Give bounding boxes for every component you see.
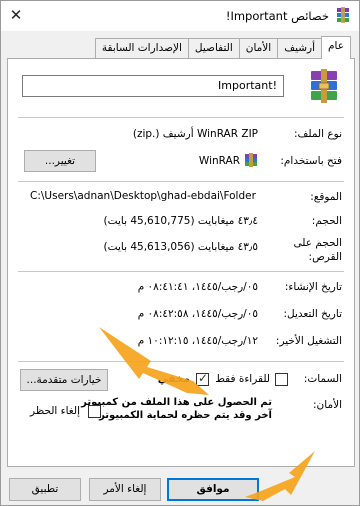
size-label: الحجم: xyxy=(311,215,342,227)
hidden-checkbox[interactable] xyxy=(196,371,209,386)
general-panel: Important! نوع الملف: WinRAR ZIP أرشيف (… xyxy=(7,58,355,467)
readonly-label: للقراءة فقط xyxy=(215,373,270,385)
close-button[interactable]: ✕ xyxy=(3,3,29,27)
created-label: تاريخ الإنشاء: xyxy=(284,281,342,293)
security-text-line2: آخر وقد يتم حظره لحماية الكمبيوتر. xyxy=(95,410,272,421)
location-value: C:\Users\adnan\Desktop\ghad-ebdai\Folder xyxy=(30,190,256,202)
tab-details[interactable]: التفاصيل xyxy=(187,38,240,59)
tab-security[interactable]: الأمان xyxy=(238,38,279,59)
window-title: خصائص Important! xyxy=(225,9,329,23)
file-type-label: نوع الملف: xyxy=(293,128,342,140)
accessed-label: التشغيل الأخير: xyxy=(275,335,342,347)
security-text-line1: تم الحصول على هذا الملف من كمبيوتر xyxy=(81,397,272,408)
location-label: الموقع: xyxy=(310,191,342,203)
ok-button[interactable]: موافق xyxy=(167,478,259,501)
winrar-app-icon xyxy=(337,7,349,23)
size-on-disk-value: ٤٣٫٥ ميغابايت (45,613,056 بايت) xyxy=(103,241,258,253)
winrar-icon xyxy=(245,153,257,167)
size-on-disk-label-line1: الحجم على xyxy=(293,237,343,249)
advanced-button[interactable]: خيارات متقدمة... xyxy=(20,369,108,391)
tab-general[interactable]: عام xyxy=(321,36,351,59)
hidden-label: مخفي xyxy=(157,373,190,385)
unblock-checkbox[interactable] xyxy=(88,405,101,418)
apply-button[interactable]: تطبيق xyxy=(9,478,81,501)
size-value: ٤٣٫٤ ميغابايت (45,610,775 بايت) xyxy=(103,215,258,227)
file-name-input[interactable]: Important! xyxy=(22,75,284,97)
modified-value: ٠٥/رجب/١٤٤٥، ٠٨:٤٢:٥٨ م xyxy=(137,308,258,320)
separator xyxy=(18,271,344,272)
properties-dialog: ✕ خصائص Important! عام أرشيف الأمان التف… xyxy=(0,0,360,506)
opens-with-value: WinRAR xyxy=(198,155,240,167)
size-on-disk-label-line2: القرص: xyxy=(308,251,342,263)
file-type-value: WinRAR ZIP أرشيف (.zip) xyxy=(132,128,258,140)
change-button[interactable]: تغيير... xyxy=(24,150,96,172)
accessed-value: ١٢/رجب/١٤٤٥، ١٠:١٢:١٥ م xyxy=(137,335,258,347)
opens-with-label: فتح باستخدام: xyxy=(280,155,342,167)
readonly-checkbox[interactable] xyxy=(275,373,288,386)
separator xyxy=(18,117,344,118)
title-bar: ✕ خصائص Important! xyxy=(1,1,359,31)
separator xyxy=(18,181,344,182)
modified-label: تاريخ التعديل: xyxy=(283,308,342,320)
security-label: الأمان: xyxy=(313,399,342,411)
tab-strip: عام أرشيف الأمان التفاصيل الإصدارات السا… xyxy=(94,36,351,59)
attributes-label: السمات: xyxy=(303,373,342,385)
unblock-label: إلغاء الحظر xyxy=(30,405,80,417)
archive-file-icon xyxy=(311,69,337,103)
tab-previous-versions[interactable]: الإصدارات السابقة xyxy=(94,38,189,59)
separator xyxy=(18,361,344,362)
created-value: ٠٥/رجب/١٤٤٥، ٠٨:٤١:٤١ م xyxy=(137,281,258,293)
cancel-button[interactable]: إلغاء الأمر xyxy=(89,478,161,501)
tab-archive[interactable]: أرشيف xyxy=(277,38,323,59)
